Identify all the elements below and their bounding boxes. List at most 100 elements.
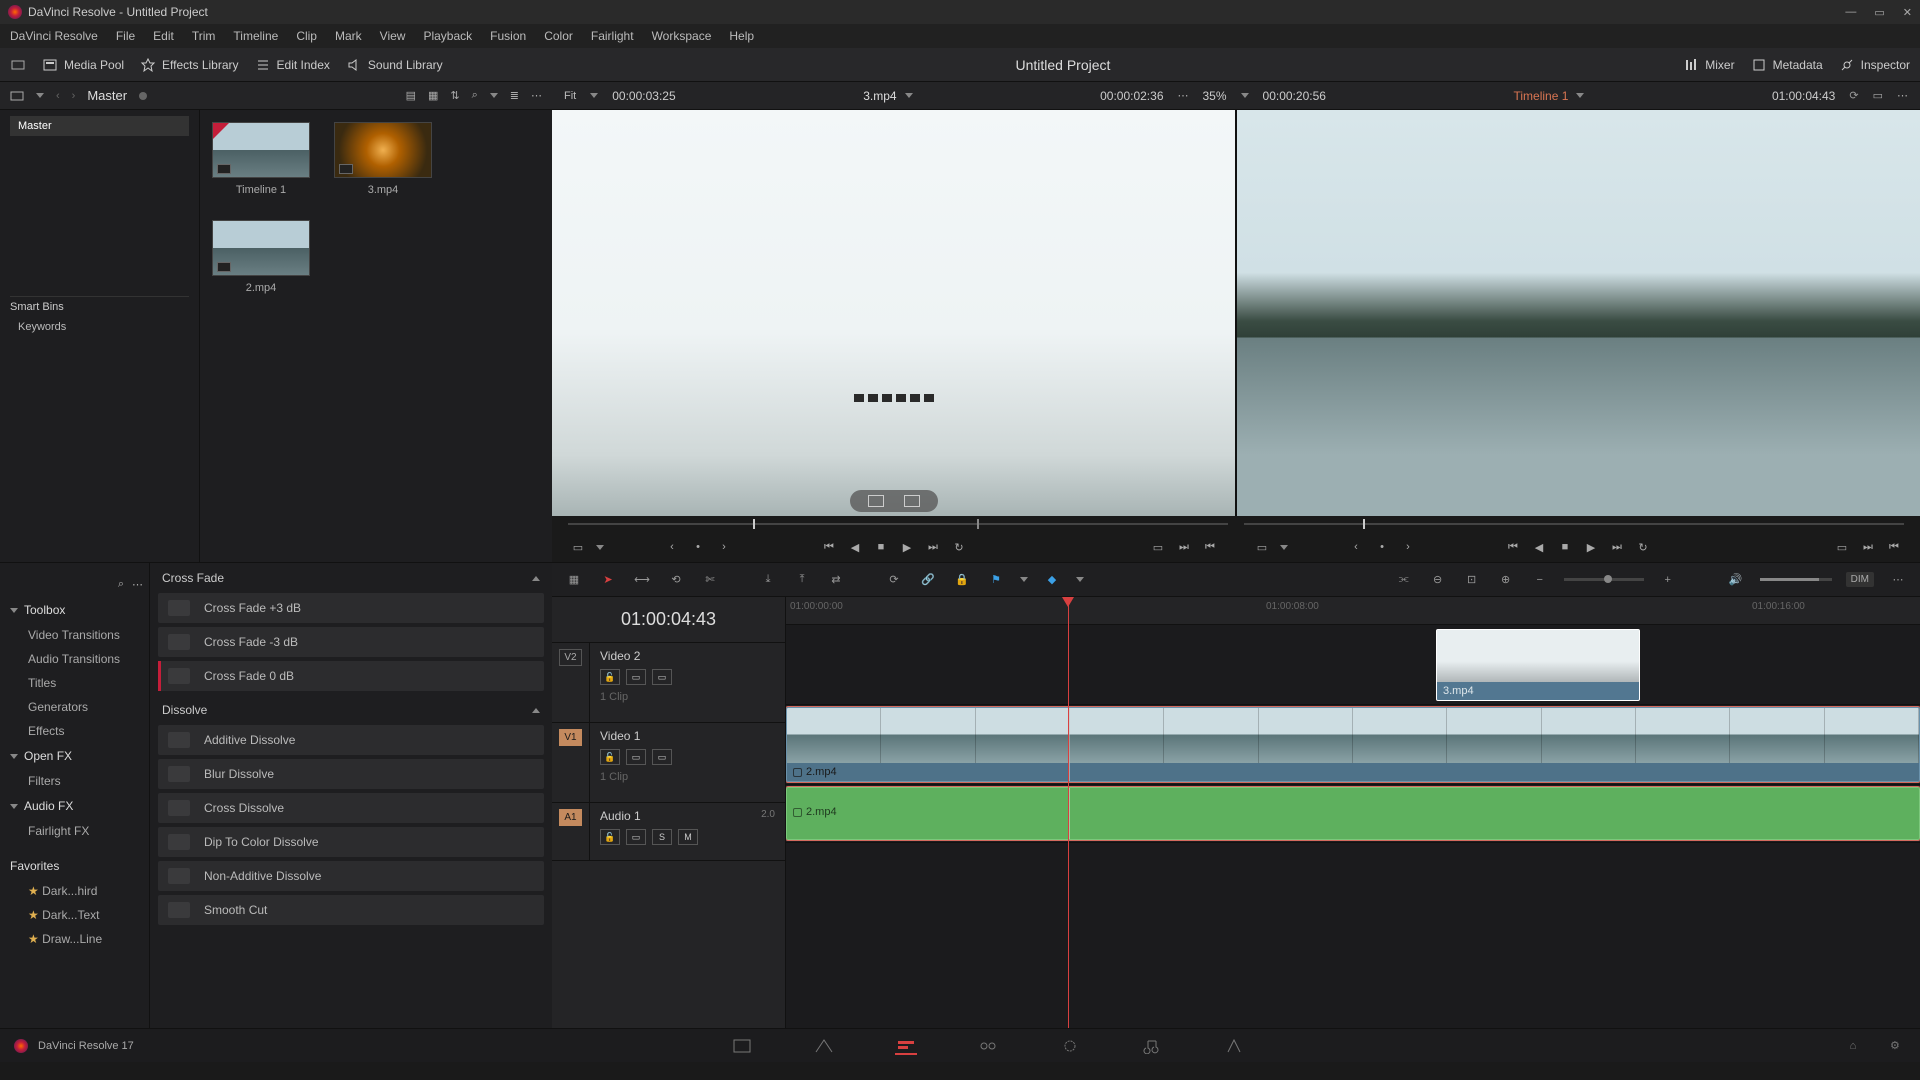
favorite-item[interactable]: ★ Dark...hird xyxy=(0,879,149,903)
program-more[interactable]: ⋯ xyxy=(1897,89,1908,102)
menu-color[interactable]: Color xyxy=(544,29,573,43)
page-fairlight[interactable] xyxy=(1141,1037,1163,1055)
dynamic-trim-tool[interactable]: ⟲ xyxy=(666,570,686,590)
goto-in-button[interactable]: ⏭ xyxy=(1860,539,1876,555)
retime-button[interactable]: ⟳ xyxy=(884,570,904,590)
lane-a1[interactable]: 2.mp4 xyxy=(786,785,1920,843)
fx-group-header[interactable]: Cross Fade xyxy=(158,563,544,593)
visible-button[interactable]: ▭ xyxy=(652,749,672,765)
goto-out-button[interactable]: ⏮ xyxy=(1202,539,1218,555)
toolbox-header[interactable]: Toolbox xyxy=(0,597,149,623)
tree-effects[interactable]: Effects xyxy=(0,719,149,743)
lock-button[interactable]: 🔒 xyxy=(952,570,972,590)
track-dest-v1[interactable]: V1 xyxy=(559,729,581,746)
overwrite-button[interactable]: ⤒ xyxy=(792,570,812,590)
insert-button[interactable]: ⤓ xyxy=(758,570,778,590)
mark-in-button[interactable]: ▭ xyxy=(1150,539,1166,555)
minimize-button[interactable]: — xyxy=(1845,6,1856,19)
menu-help[interactable]: Help xyxy=(729,29,754,43)
link-button[interactable]: 🔗 xyxy=(918,570,938,590)
menu-file[interactable]: File xyxy=(116,29,135,43)
flag-button[interactable]: ⚑ xyxy=(986,570,1006,590)
more-button[interactable]: ⋯ xyxy=(531,89,542,102)
menu-mark[interactable]: Mark xyxy=(335,29,362,43)
zoom-fit-button[interactable]: ⊡ xyxy=(1462,570,1482,590)
maximize-button[interactable]: ▭ xyxy=(1874,6,1884,19)
menu-edit[interactable]: Edit xyxy=(153,29,174,43)
mark-in-button[interactable]: ▭ xyxy=(1834,539,1850,555)
page-media[interactable] xyxy=(731,1037,753,1055)
clip-thumb[interactable]: Timeline 1 xyxy=(212,122,310,196)
next-edit-button[interactable]: › xyxy=(716,539,732,555)
goto-start-button[interactable]: ⏮ xyxy=(1505,539,1521,555)
more-icon[interactable]: ⋯ xyxy=(132,578,143,591)
auto-select-button[interactable]: ▭ xyxy=(626,749,646,765)
menu-workspace[interactable]: Workspace xyxy=(652,29,712,43)
auto-select-button[interactable]: ▭ xyxy=(626,829,646,845)
marker-button[interactable]: ◆ xyxy=(1042,570,1062,590)
video-only-icon[interactable] xyxy=(868,495,884,507)
zoom-minus[interactable]: − xyxy=(1530,570,1550,590)
nav-back[interactable]: ‹ xyxy=(56,90,60,102)
zoom-out-button[interactable]: ⊖ xyxy=(1428,570,1448,590)
filter-button[interactable]: ≣ xyxy=(510,89,519,102)
source-clip-name[interactable]: 3.mp4 xyxy=(863,89,896,103)
fx-item[interactable]: Cross Dissolve xyxy=(158,793,544,823)
tree-fairlightfx[interactable]: Fairlight FX xyxy=(0,819,149,843)
menu-fairlight[interactable]: Fairlight xyxy=(591,29,634,43)
page-fusion[interactable] xyxy=(977,1037,999,1055)
effects-library-toggle[interactable]: Effects Library xyxy=(140,57,238,73)
prev-edit-button[interactable]: ‹ xyxy=(1348,539,1364,555)
program-viewer[interactable] xyxy=(1237,110,1920,516)
step-back-button[interactable]: ◀ xyxy=(1531,539,1547,555)
bin-master[interactable]: Master xyxy=(10,116,189,136)
home-button[interactable]: ⌂ xyxy=(1842,1037,1864,1055)
fx-item[interactable]: Additive Dissolve xyxy=(158,725,544,755)
zoom-plus[interactable]: + xyxy=(1658,570,1678,590)
fx-item[interactable]: Blur Dissolve xyxy=(158,759,544,789)
dim-button[interactable]: DIM xyxy=(1846,572,1874,587)
smart-bins-header[interactable]: Smart Bins xyxy=(10,296,189,317)
source-more[interactable]: ⋯ xyxy=(1178,89,1189,102)
smart-bin-keywords[interactable]: Keywords xyxy=(10,317,189,337)
lock-icon[interactable]: 🔓 xyxy=(600,669,620,685)
solo-button[interactable]: S xyxy=(652,829,672,845)
mute-button[interactable]: M xyxy=(678,829,698,845)
fx-item[interactable]: Dip To Color Dissolve xyxy=(158,827,544,857)
loop-button[interactable]: ↻ xyxy=(1635,539,1651,555)
timeline-more[interactable]: ⋯ xyxy=(1888,570,1908,590)
volume-icon[interactable]: 🔊 xyxy=(1726,570,1746,590)
nav-fwd[interactable]: › xyxy=(72,90,76,102)
zoom-in-button[interactable]: ⊕ xyxy=(1496,570,1516,590)
stop-button[interactable]: ■ xyxy=(1557,539,1573,555)
clip-thumb[interactable]: 2.mp4 xyxy=(212,220,310,294)
source-viewer[interactable] xyxy=(552,110,1235,516)
program-scrub-track[interactable] xyxy=(1244,523,1904,525)
audio-only-icon[interactable] xyxy=(904,495,920,507)
replace-button[interactable]: ⇄ xyxy=(826,570,846,590)
menu-fusion[interactable]: Fusion xyxy=(490,29,526,43)
tree-generators[interactable]: Generators xyxy=(0,695,149,719)
favorite-item[interactable]: ★ Draw...Line xyxy=(0,927,149,951)
selection-tool[interactable]: ➤ xyxy=(598,570,618,590)
goto-in-button[interactable]: ⏭ xyxy=(1176,539,1192,555)
page-color[interactable] xyxy=(1059,1037,1081,1055)
menu-trim[interactable]: Trim xyxy=(192,29,216,43)
timeline-ruler[interactable]: 01:00:00:00 01:00:08:00 01:00:16:00 xyxy=(786,597,1920,625)
stop-button[interactable]: ■ xyxy=(873,539,889,555)
sort-menu[interactable]: ⇅ xyxy=(450,89,459,102)
favorites-header[interactable]: Favorites xyxy=(0,853,149,879)
track-dest-v2[interactable]: V2 xyxy=(559,649,581,666)
play-button[interactable]: ▶ xyxy=(899,539,915,555)
goto-out-button[interactable]: ⏮ xyxy=(1886,539,1902,555)
media-pool-toggle[interactable]: Media Pool xyxy=(42,57,124,73)
timeline-clip[interactable]: 2.mp4 xyxy=(786,707,1920,782)
play-button[interactable]: ▶ xyxy=(1583,539,1599,555)
tree-titles[interactable]: Titles xyxy=(0,671,149,695)
program-timeline-name[interactable]: Timeline 1 xyxy=(1513,89,1568,103)
mixer-toggle[interactable]: Mixer xyxy=(1683,57,1734,73)
single-viewer-button[interactable]: ▭ xyxy=(1873,89,1883,102)
page-edit[interactable] xyxy=(895,1037,917,1055)
timeline-clip[interactable]: 3.mp4 xyxy=(1436,629,1640,701)
menu-playback[interactable]: Playback xyxy=(423,29,472,43)
